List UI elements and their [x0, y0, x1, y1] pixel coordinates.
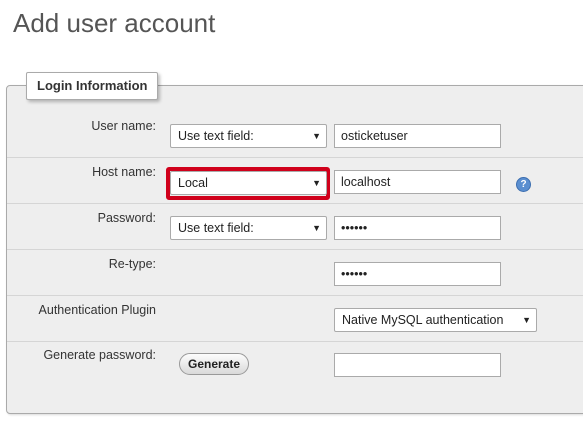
row-divider [7, 203, 583, 204]
generated-password-input[interactable] [334, 353, 501, 377]
help-icon[interactable]: ? [516, 177, 531, 192]
password-select-value: Use text field: [178, 221, 254, 235]
host-name-label: Host name: [92, 165, 156, 179]
user-name-label: User name: [91, 119, 156, 133]
password-select[interactable]: Use text field: ▼ [170, 216, 327, 240]
retype-label: Re-type: [108, 257, 156, 271]
chevron-down-icon: ▼ [312, 223, 321, 233]
password-input[interactable]: •••••• [334, 216, 501, 240]
user-name-input[interactable]: osticketuser [334, 124, 501, 148]
host-name-input[interactable]: localhost [334, 170, 501, 194]
user-name-select[interactable]: Use text field: ▼ [170, 124, 327, 148]
row-divider [7, 341, 583, 342]
auth-plugin-label: Authentication Plugin [38, 303, 156, 317]
auth-plugin-select-value: Native MySQL authentication [342, 313, 504, 327]
page-title: Add user account [13, 8, 216, 38]
chevron-down-icon: ▼ [312, 178, 321, 188]
user-name-select-value: Use text field: [178, 129, 254, 143]
password-label: Password: [97, 211, 156, 225]
auth-plugin-select[interactable]: Native MySQL authentication ▼ [334, 308, 537, 332]
generate-button[interactable]: Generate [179, 353, 249, 375]
row-divider [7, 249, 583, 250]
row-divider [7, 295, 583, 296]
fieldset-legend: Login Information [26, 72, 159, 100]
chevron-down-icon: ▼ [312, 131, 321, 141]
retype-input[interactable]: •••••• [334, 262, 501, 286]
host-name-select[interactable]: Local ▼ [170, 171, 327, 195]
host-name-select-value: Local [178, 176, 208, 190]
chevron-down-icon: ▼ [522, 315, 531, 325]
generate-password-label: Generate password: [43, 348, 156, 362]
row-divider [7, 157, 583, 158]
